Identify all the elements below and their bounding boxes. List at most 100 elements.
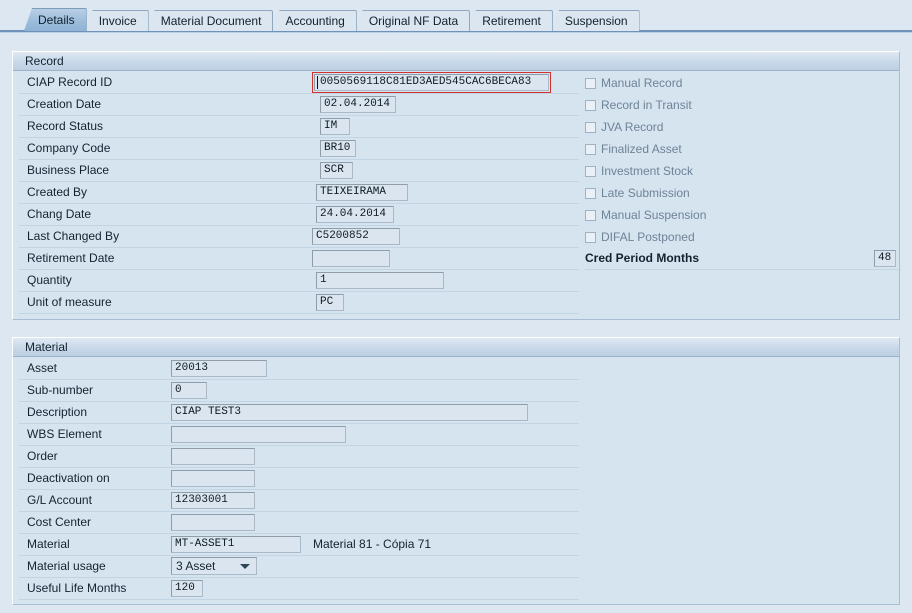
checkbox-row-late-submission[interactable]: Late Submission (585, 182, 690, 204)
label-unit-of-measure: Unit of measure (27, 295, 112, 309)
checkbox-row-record-in-transit[interactable]: Record in Transit (585, 94, 692, 116)
label-asset: Asset (27, 361, 58, 375)
tab-label-details: Details (38, 13, 75, 27)
label-creation-date: Creation Date (27, 97, 102, 111)
checkbox-label-record-in-transit: Record in Transit (601, 98, 692, 112)
input-created-by[interactable]: TEIXEIRAMA (316, 184, 408, 201)
input-company-code[interactable]: BR10 (320, 140, 356, 157)
row-separator (19, 577, 579, 578)
label-record-status: Record Status (27, 119, 104, 133)
input-order[interactable] (171, 448, 255, 465)
input-useful-life-months[interactable]: 120 (171, 580, 203, 597)
checkbox-manual-record[interactable] (585, 77, 596, 89)
material-row-material: Material MT-ASSET1 Material 81 - Cópia 71 (19, 534, 579, 556)
input-cred-period-months[interactable]: 48 (874, 250, 896, 267)
tab-material-document[interactable]: Material Document (146, 10, 274, 31)
material-row-asset: Asset 20013 (19, 358, 579, 380)
input-g-l-account[interactable]: 12303001 (171, 492, 255, 509)
input-business-place[interactable]: SCR (320, 162, 353, 179)
label-order: Order (27, 449, 58, 463)
material-row-description: Description CIAP TEST3 (19, 402, 579, 424)
record-row-quantity: Quantity 1 (19, 270, 579, 292)
checkbox-row-investment-stock[interactable]: Investment Stock (585, 160, 693, 182)
material-row-deactivation-on: Deactivation on (19, 468, 579, 490)
label-cost-center: Cost Center (27, 515, 92, 529)
input-record-status[interactable]: IM (320, 118, 350, 135)
checkbox-label-finalized-asset: Finalized Asset (601, 142, 682, 156)
label-ciap-record-id: CIAP Record ID (27, 75, 113, 89)
record-row-created-by: Created By TEIXEIRAMA (19, 182, 579, 204)
label-material-usage: Material usage (27, 559, 106, 573)
tab-strip: Details Invoice Material Document Accountin… (0, 0, 912, 33)
checkbox-difal-postponed[interactable] (585, 231, 596, 243)
tab-strip-underline-light (0, 32, 912, 33)
material-row-sub-number: Sub-number 0 (19, 380, 579, 402)
checkbox-row-manual-record[interactable]: Manual Record (585, 72, 682, 94)
input-quantity[interactable]: 1 (316, 272, 444, 289)
cred-period-months-row: Cred Period Months 48 (585, 248, 901, 270)
label-quantity: Quantity (27, 273, 72, 287)
tab-accounting[interactable]: Accounting (271, 10, 357, 31)
label-cred-period-months: Cred Period Months (585, 251, 700, 265)
dropdown-material-usage[interactable]: 3 Asset (171, 557, 257, 575)
input-creation-date[interactable]: 02.04.2014 (320, 96, 396, 113)
tab-details[interactable]: Details (24, 8, 87, 31)
material-panel: Material Asset 20013 Sub-number 0 Descriptio… (12, 337, 900, 605)
checkbox-row-difal-postponed[interactable]: DIFAL Postponed (585, 226, 695, 248)
record-row-unit-of-measure: Unit of measure PC (19, 292, 579, 314)
record-row-retirement-date: Retirement Date (19, 248, 579, 270)
input-asset[interactable]: 20013 (171, 360, 267, 377)
checkbox-label-manual-suspension: Manual Suspension (601, 208, 707, 222)
material-row-material-usage: Material usage 3 Asset (19, 556, 579, 578)
record-panel-body: CIAP Record ID 0050569118C81ED3AED545CAC6… (13, 71, 901, 319)
input-wbs-element[interactable] (171, 426, 346, 443)
tab-retirement[interactable]: Retirement (468, 10, 553, 31)
tab-original-nf-data[interactable]: Original NF Data (354, 10, 471, 31)
checkbox-finalized-asset[interactable] (585, 143, 596, 155)
record-row-company-code: Company Code BR10 (19, 138, 579, 160)
material-panel-header: Material (13, 338, 899, 357)
material-description-text: Material 81 - Cópia 71 (313, 537, 432, 551)
label-created-by: Created By (27, 185, 88, 199)
input-sub-number[interactable]: 0 (171, 382, 207, 399)
row-separator (19, 313, 579, 314)
checkbox-row-manual-suspension[interactable]: Manual Suspension (585, 204, 706, 226)
checkbox-record-in-transit[interactable] (585, 99, 596, 111)
input-unit-of-measure[interactable]: PC (316, 294, 344, 311)
record-panel-title: Record (25, 54, 64, 68)
input-deactivation-on[interactable] (171, 470, 255, 487)
input-material[interactable]: MT-ASSET1 (171, 536, 301, 553)
tab-suspension[interactable]: Suspension (550, 10, 640, 31)
input-chang-date[interactable]: 24.04.2014 (316, 206, 394, 223)
input-ciap-record-id[interactable]: 0050569118C81ED3AED545CAC6BECA83 (314, 74, 549, 91)
checkbox-jva-record[interactable] (585, 121, 596, 133)
material-row-wbs-element: WBS Element (19, 424, 579, 446)
tab-label-accounting: Accounting (285, 14, 345, 28)
label-last-changed-by: Last Changed By (27, 229, 120, 243)
tab-label-original-nf-data: Original NF Data (368, 14, 459, 28)
material-panel-title: Material (25, 340, 68, 354)
record-panel: Record CIAP Record ID 0050569118C81ED3AED… (12, 51, 901, 320)
checkbox-row-finalized-asset[interactable]: Finalized Asset (585, 138, 682, 160)
checkbox-late-submission[interactable] (585, 187, 596, 199)
checkbox-manual-suspension[interactable] (585, 209, 596, 221)
material-row-order: Order (19, 446, 579, 468)
label-description: Description (27, 405, 88, 419)
dropdown-material-usage-value: 3 Asset (176, 559, 216, 573)
tab-list: Details Invoice Material Document Accountin… (24, 8, 640, 31)
record-row-chang-date: Chang Date 24.04.2014 (19, 204, 579, 226)
row-separator (19, 599, 579, 600)
checkbox-investment-stock[interactable] (585, 165, 596, 177)
input-last-changed-by[interactable]: C5200852 (312, 228, 400, 245)
input-retirement-date[interactable] (312, 250, 390, 267)
checkbox-row-jva-record[interactable]: JVA Record (585, 116, 663, 138)
input-description[interactable]: CIAP TEST3 (171, 404, 528, 421)
chevron-down-icon[interactable] (240, 564, 250, 569)
record-row-record-status: Record Status IM (19, 116, 579, 138)
checkbox-label-investment-stock: Investment Stock (601, 164, 694, 178)
input-cost-center[interactable] (171, 514, 255, 531)
record-row-ciap-record-id: CIAP Record ID 0050569118C81ED3AED545CAC6… (19, 72, 579, 94)
tab-invoice[interactable]: Invoice (84, 10, 149, 31)
label-chang-date: Chang Date (27, 207, 92, 221)
label-material: Material (27, 537, 70, 551)
